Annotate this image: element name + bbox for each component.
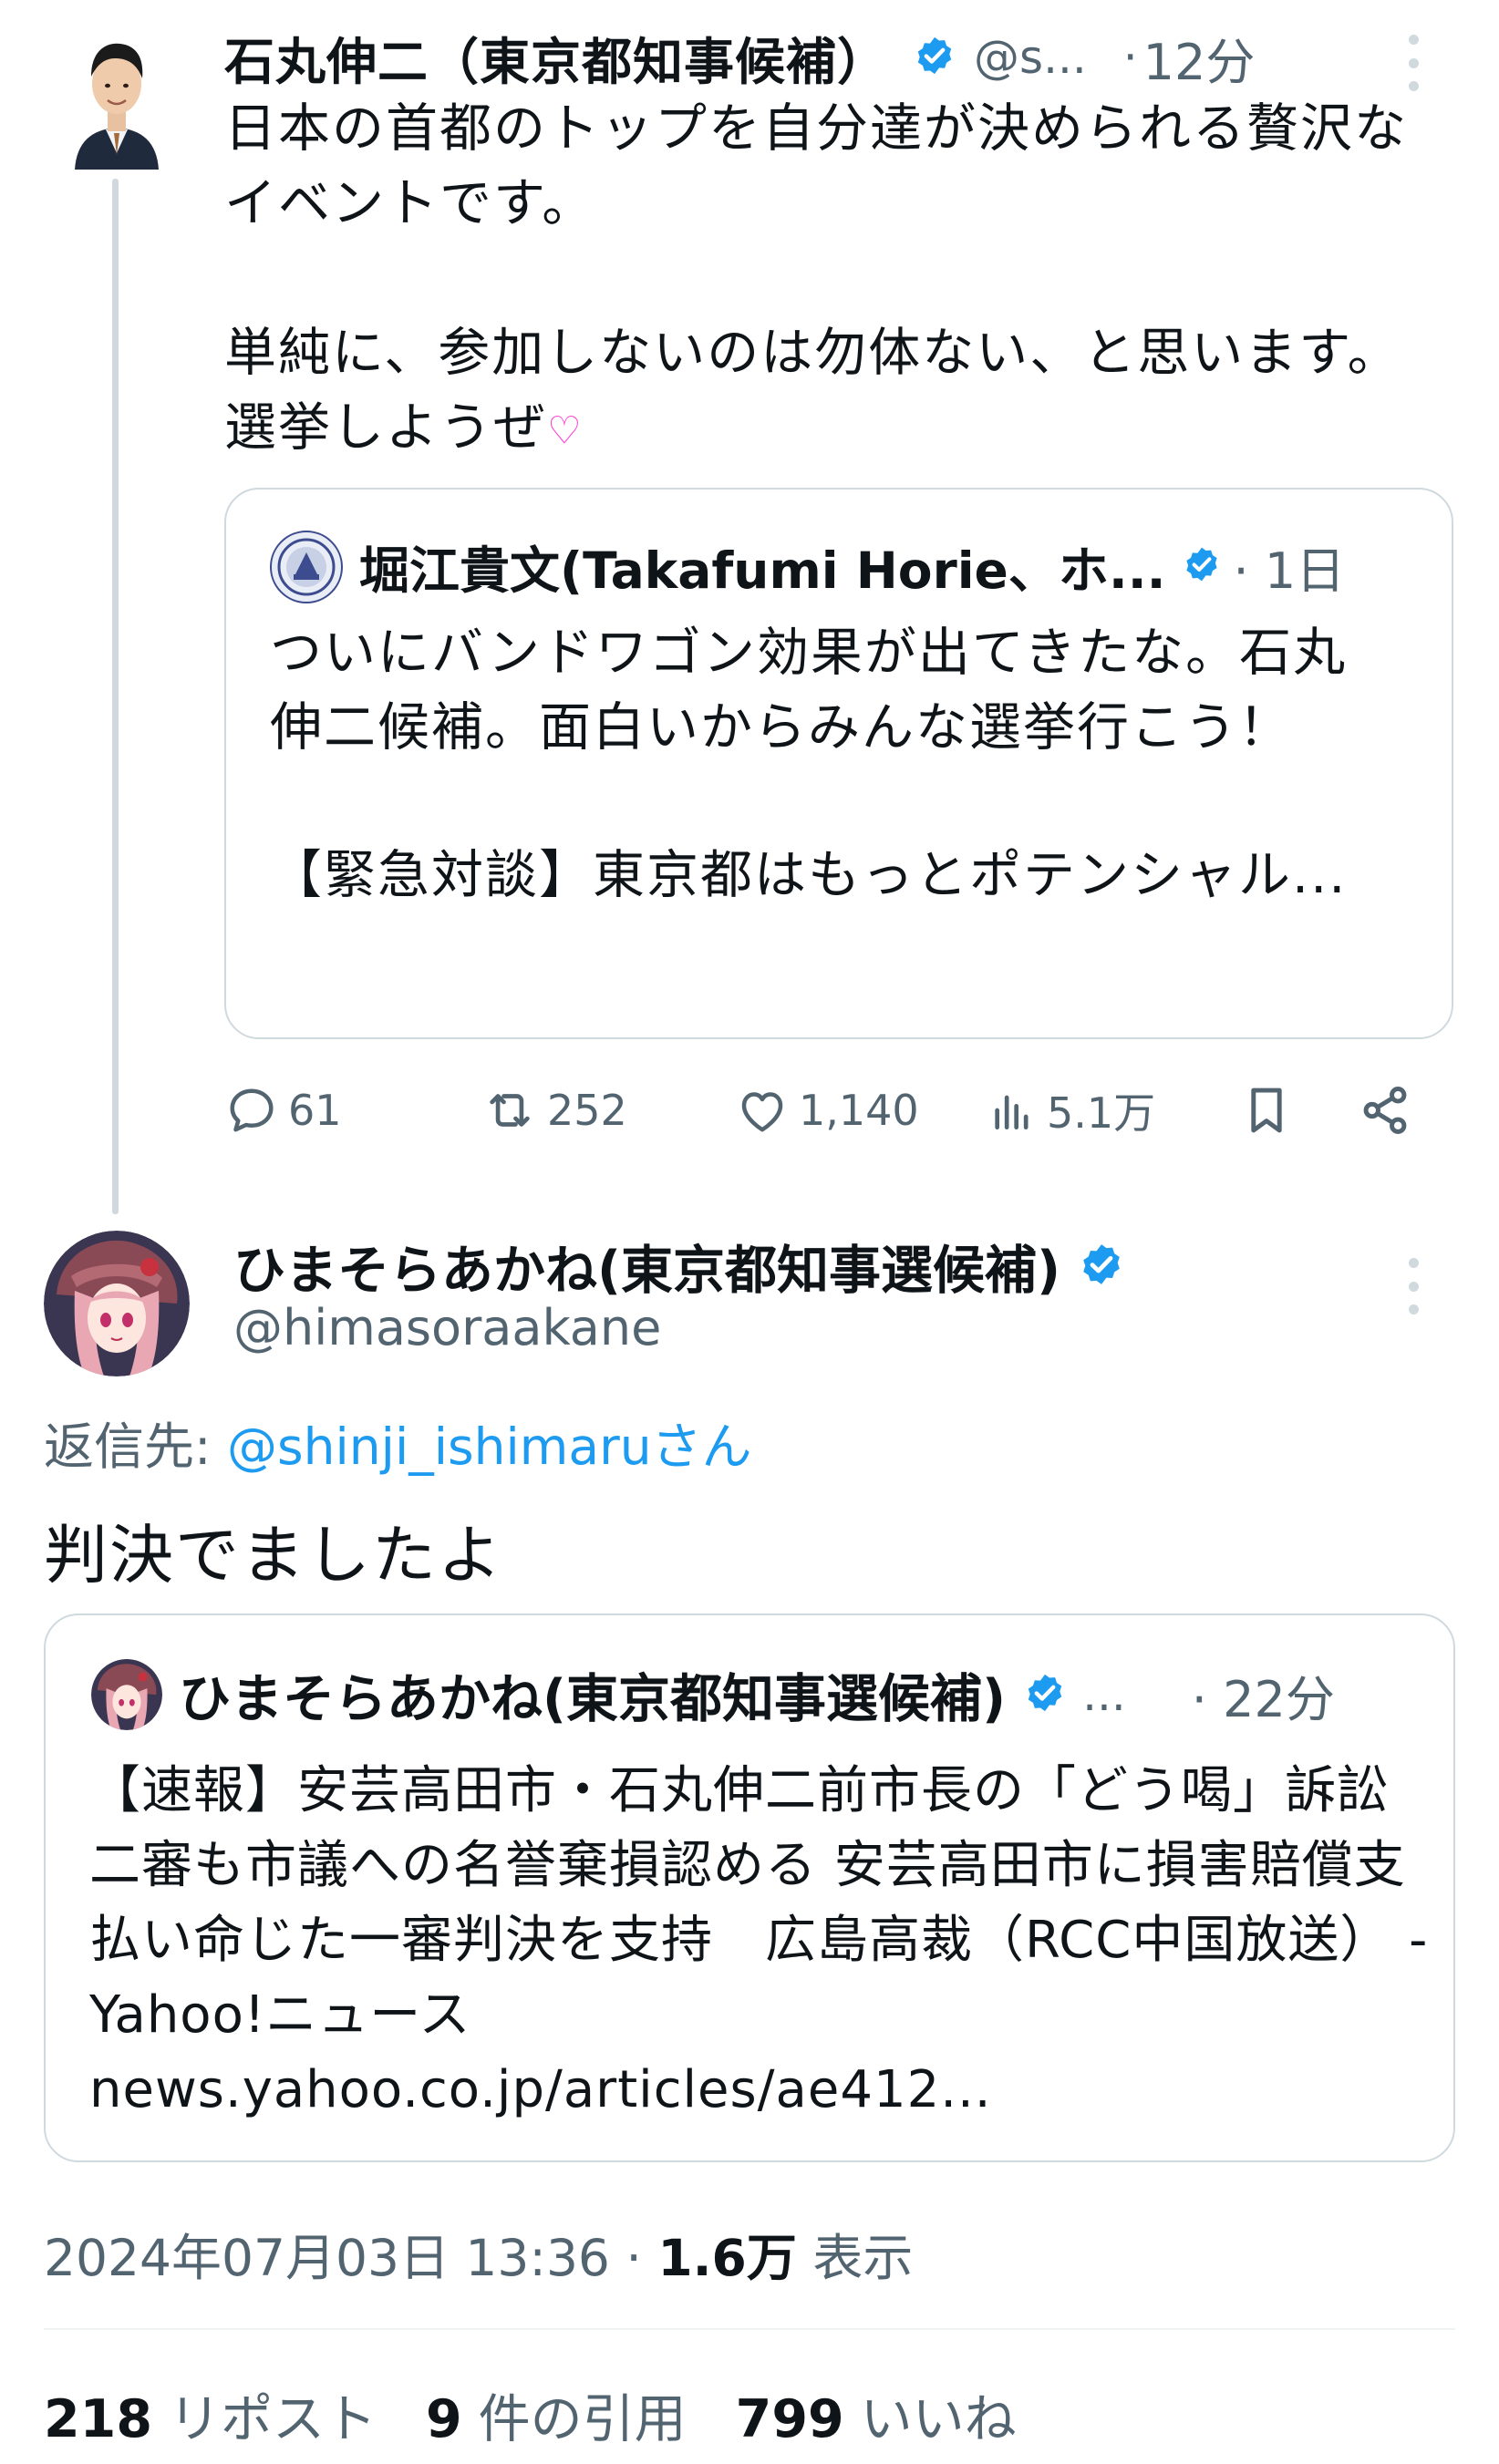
quotes-count: 9	[425, 2389, 462, 2449]
thread-connector	[112, 179, 119, 1214]
quoted-tweet-card[interactable]: 堀江貴文(Takafumi Horie、ホ... · 1日 ついにバンドワゴン効…	[224, 488, 1453, 1039]
quoted-author-avatar	[91, 1659, 162, 1730]
quoted-tweet-card[interactable]: ひまそらあかね(東京都知事選候補) ... · 22分 【速報】安芸高田市・石丸…	[44, 1613, 1455, 2162]
likes-stat[interactable]: 799 いいね	[736, 2377, 1017, 2452]
reposts-count: 218	[44, 2389, 152, 2449]
reply-tweet-header: ひまそらあかね(東京都知事選候補)	[233, 1225, 1124, 1307]
post-datetime[interactable]: 2024年07月03日 13:36 ·	[44, 2229, 642, 2287]
post-time[interactable]: 12分	[1143, 22, 1256, 94]
author-handle[interactable]: @s...	[974, 31, 1087, 84]
quoted-handle-truncated: ...	[1082, 1668, 1126, 1721]
reply-author-name[interactable]: ひまそらあかね(東京都知事選候補)	[233, 1229, 1060, 1304]
share-icon	[1363, 1087, 1407, 1134]
likes-count: 799	[735, 2389, 844, 2449]
quotes-label: 件の引用	[478, 2389, 687, 2449]
quoted-author-name: 堀江貴文(Takafumi Horie、ホ...	[359, 541, 1166, 600]
views-chart-icon	[995, 1095, 1029, 1129]
quoted-paragraph: ついにバンドワゴン効果が出てきたな。石丸伸二候補。面白いからみんな選挙行こう！	[270, 623, 1348, 758]
tweet-paragraph: 日本の首都のトップを自分達が決められる贅沢なイベントです。	[224, 98, 1408, 233]
views-count: 5.1万	[1047, 1088, 1156, 1138]
replying-to: 返信先: @shinji_ishimaruさん	[44, 1406, 752, 1479]
post-timestamp: 2024年07月03日 13:36 · 1.6万 表示	[44, 2217, 913, 2290]
quotes-stat[interactable]: 9 件の引用	[426, 2377, 687, 2452]
separator-dot: ·	[1122, 31, 1138, 84]
reply-tweet-text: 判決でましたよ	[44, 1518, 503, 1593]
reply-mention-link[interactable]: @shinji_ishimaruさん	[227, 1418, 752, 1476]
repost-count: 252	[547, 1086, 627, 1135]
tweet-text: 日本の首都のトップを自分達が決められる贅沢なイベントです。 単純に、参加しないの…	[224, 91, 1437, 468]
verified-badge-icon	[914, 35, 956, 80]
quoted-paragraph: 【緊急対談】東京都はもっとポテンシャル...	[270, 845, 1348, 905]
heart-icon	[741, 1092, 783, 1132]
quoted-author-avatar	[270, 531, 343, 603]
more-options-icon[interactable]	[1404, 35, 1422, 91]
reply-icon	[230, 1088, 274, 1132]
verified-badge-icon	[1024, 1672, 1066, 1717]
quoted-tweet-header: 堀江貴文(Takafumi Horie、ホ... · 1日	[359, 528, 1345, 604]
repost-button[interactable]: 252	[481, 1074, 627, 1147]
reply-author-handle[interactable]: @himasoraakane	[233, 1299, 661, 1356]
reply-author-avatar[interactable]	[44, 1231, 190, 1376]
replying-to-label: 返信先:	[44, 1418, 212, 1476]
reply-button[interactable]: 61	[224, 1074, 342, 1147]
quoted-news-headline: 【速報】安芸高田市・石丸伸二前市長の「どう喝」訴訟 二審も市議への名誉棄損認める…	[89, 1761, 1441, 2045]
views-button[interactable]: 5.1万	[987, 1074, 1155, 1147]
like-count: 1,140	[799, 1086, 919, 1135]
quoted-news-link[interactable]: news.yahoo.co.jp/articles/ae412...	[89, 2060, 992, 2119]
quoted-tweet-text: ついにバンドワゴン効果が出てきたな。石丸伸二候補。面白いからみんな選挙行こう！ …	[270, 615, 1401, 912]
like-button[interactable]: 1,140	[735, 1074, 919, 1147]
sparkle-heart-emoji-icon: ♡	[547, 407, 584, 453]
quoted-tweet-text: 【速報】安芸高田市・石丸伸二前市長の「どう喝」訴訟 二審も市議への名誉棄損認める…	[89, 1754, 1441, 2128]
tweet-action-bar: 61 252 1,140 5.1万	[224, 1074, 1428, 1147]
view-count: 1.6万	[657, 2229, 797, 2287]
view-label: 表示	[812, 2229, 914, 2287]
tweet-paragraph: 単純に、参加しないのは勿体ない、と思います。選挙しようぜ	[224, 323, 1401, 458]
more-options-icon[interactable]	[1404, 1258, 1422, 1314]
bookmark-button[interactable]	[1238, 1074, 1295, 1147]
repost-icon	[490, 1094, 530, 1127]
likes-label: いいね	[860, 2389, 1017, 2449]
quoted-tweet-header: ひまそらあかね(東京都知事選候補) ... · 22分	[179, 1654, 1437, 1736]
author-name[interactable]: 石丸伸二（東京都知事候補）	[224, 21, 888, 94]
reposts-stat[interactable]: 218 リポスト	[44, 2377, 377, 2452]
quoted-author-name: ひまそらあかね(東京都知事選候補)	[179, 1669, 1007, 1729]
quoted-post-time: · 1日	[1233, 541, 1346, 600]
engagement-stats: 218 リポスト 9 件の引用 799 いいね	[44, 2377, 1066, 2452]
bookmark-icon	[1251, 1088, 1282, 1133]
author-avatar[interactable]	[69, 27, 164, 170]
quoted-post-time: · 22分	[1191, 1670, 1335, 1728]
verified-badge-icon	[1183, 545, 1221, 587]
verified-badge-icon	[1079, 1242, 1124, 1291]
reposts-label: リポスト	[168, 2389, 377, 2449]
tweet-header: 石丸伸二（東京都知事候補） @s... · 12分	[224, 24, 1446, 91]
reply-count: 61	[288, 1086, 342, 1135]
divider	[44, 2328, 1455, 2330]
share-button[interactable]	[1357, 1074, 1413, 1147]
